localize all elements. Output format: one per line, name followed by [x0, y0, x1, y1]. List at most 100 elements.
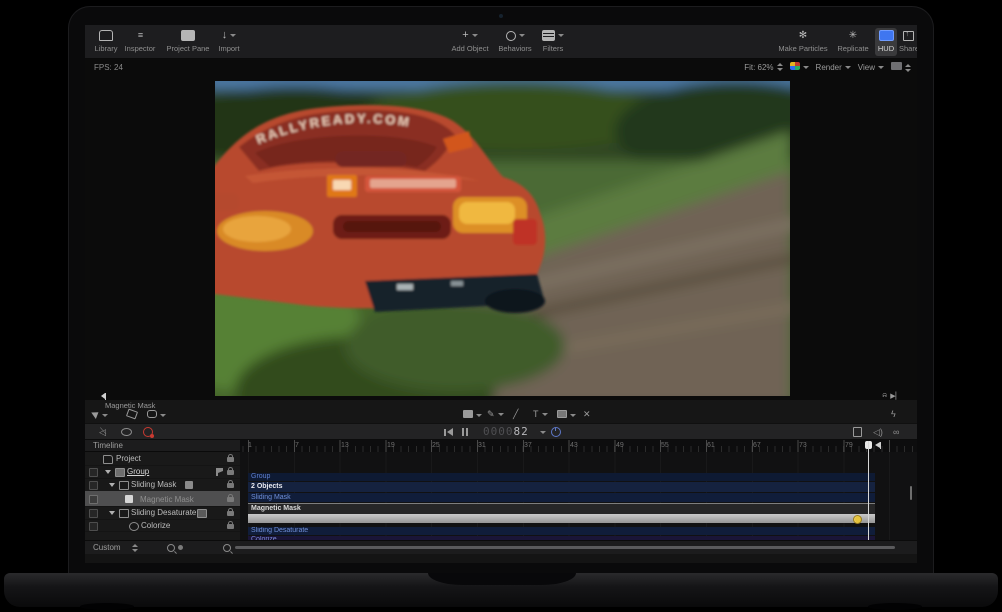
project-pane-button[interactable]: Project Pane: [165, 28, 211, 56]
zoom-out-icon[interactable]: [167, 544, 175, 552]
laptop-foot: [868, 603, 922, 610]
render-menu[interactable]: Render: [816, 63, 851, 72]
canvas-marker-icon[interactable]: ⍾: [882, 392, 887, 400]
channels-menu[interactable]: [790, 62, 809, 72]
track-bar-magnetic-mask[interactable]: Magnetic Mask: [248, 503, 875, 514]
layer-row-sliding-desaturate[interactable]: Sliding Desaturate: [85, 506, 240, 520]
mute-icon: ◁⟍: [99, 427, 106, 438]
layer-row-colorize[interactable]: Colorize: [85, 519, 240, 532]
timeline-horizontal-scrollbar[interactable]: [235, 546, 895, 549]
disclosure-triangle-icon[interactable]: [109, 511, 115, 515]
timecode-display[interactable]: 000082: [483, 426, 529, 436]
disclosure-triangle-icon[interactable]: [105, 470, 111, 474]
video-frame[interactable]: RALLYREADY.COM: [215, 81, 790, 396]
enable-checkbox[interactable]: [89, 509, 98, 518]
inspector-button[interactable]: ≡ Inspector: [122, 28, 158, 56]
chevron-down-icon: [845, 66, 851, 69]
canvas-end-icon[interactable]: ▶▏: [890, 392, 901, 400]
share-button[interactable]: ↑ Share: [899, 28, 917, 56]
record-button[interactable]: [143, 427, 153, 437]
import-button[interactable]: ↓ Import: [213, 28, 245, 56]
layout-control[interactable]: [891, 62, 911, 72]
enable-checkbox[interactable]: [89, 481, 98, 490]
layer-row-project[interactable]: Project: [85, 452, 240, 466]
filters-icon: [537, 28, 569, 43]
transform-tool[interactable]: [127, 410, 137, 420]
timeline-title: Timeline: [93, 441, 123, 450]
laptop-foot: [80, 603, 134, 610]
output-tool[interactable]: ϟ: [891, 410, 896, 419]
text-tool-icon: T: [533, 409, 539, 419]
stepper-icon[interactable]: [132, 544, 138, 552]
add-object-button[interactable]: + Add Object: [449, 28, 491, 56]
timeline-track-area[interactable]: Group 2 Objects Sliding Mask Magnetic Ma…: [240, 452, 917, 540]
filters-button[interactable]: Filters: [537, 28, 569, 56]
fps-indicator: FPS: 24: [94, 63, 123, 72]
keyframe-view-button[interactable]: [853, 427, 862, 437]
line-tool[interactable]: ╱: [513, 410, 518, 419]
chevron-down-icon: [230, 34, 236, 37]
lock-icon[interactable]: [227, 457, 234, 462]
lock-icon[interactable]: [227, 511, 234, 516]
timing-display-button[interactable]: [551, 427, 561, 437]
adjust-icon: ✕: [583, 409, 591, 419]
go-to-start-button[interactable]: [443, 427, 453, 437]
enable-checkbox[interactable]: [89, 522, 98, 531]
track-bar-sliding-mask[interactable]: Sliding Mask: [248, 493, 875, 502]
shape-tool[interactable]: [463, 410, 482, 420]
hud-button[interactable]: HUD: [875, 28, 897, 56]
layer-row-group[interactable]: Group: [85, 465, 240, 479]
zoom-slider-handle[interactable]: [178, 545, 183, 550]
lock-icon[interactable]: [227, 470, 234, 475]
chevron-down-icon: [519, 34, 525, 37]
disclosure-triangle-icon[interactable]: [109, 483, 115, 487]
lock-icon[interactable]: [227, 497, 234, 502]
layer-row-magnetic-mask[interactable]: Magnetic Mask: [85, 491, 240, 507]
track-bar-group[interactable]: Group: [248, 473, 875, 481]
select-tool[interactable]: [93, 410, 108, 420]
loop-playback-button[interactable]: ∞: [893, 427, 899, 437]
mask-duration-bar[interactable]: [248, 514, 875, 523]
chevron-down-icon: [570, 414, 576, 417]
lock-icon[interactable]: [227, 483, 234, 488]
playhead-line[interactable]: [868, 441, 869, 540]
zoom-in-icon[interactable]: [223, 544, 231, 552]
pen-icon: ✎: [487, 409, 495, 419]
enable-checkbox[interactable]: [89, 495, 98, 504]
ruler-label: 49: [616, 442, 624, 449]
mute-button[interactable]: ◁⟍: [99, 427, 106, 437]
track-bar-2-objects[interactable]: 2 Objects: [248, 482, 875, 492]
enable-checkbox[interactable]: [89, 468, 98, 477]
ruler-label: 79: [845, 442, 853, 449]
stepper-icon: [905, 64, 911, 72]
zoom-preset-select[interactable]: Custom: [93, 543, 121, 552]
replicate-button[interactable]: ✳ Replicate: [833, 28, 873, 56]
filter-icon: [129, 522, 139, 531]
pause-button[interactable]: [461, 427, 469, 437]
timeline-vertical-scrollbar[interactable]: [910, 486, 912, 500]
lock-icon[interactable]: [227, 524, 234, 529]
library-button[interactable]: Library: [91, 28, 121, 56]
fit-zoom-control[interactable]: Fit: 62%: [744, 63, 782, 72]
canvas-view-bar: Fit: 62% Render View: [744, 62, 911, 72]
chevron-down-icon: [476, 414, 482, 417]
pan-tool[interactable]: [147, 410, 166, 420]
loop-region-button[interactable]: [121, 427, 132, 437]
view-menu[interactable]: View: [858, 63, 884, 72]
layer-row-sliding-mask[interactable]: Sliding Mask: [85, 478, 240, 492]
audio-button[interactable]: ◁): [873, 427, 883, 437]
laptop-lid-notch: [428, 573, 576, 585]
adjust-tool[interactable]: ✕: [583, 410, 591, 419]
behaviors-button[interactable]: Behaviors: [495, 28, 535, 56]
timecode-menu[interactable]: [537, 427, 546, 437]
flag-icon[interactable]: [216, 468, 218, 476]
text-tool[interactable]: T: [533, 410, 548, 419]
make-particles-button[interactable]: ✻ Make Particles: [777, 28, 829, 56]
mask-tool[interactable]: [557, 410, 576, 420]
track-bar-sliding-desaturate[interactable]: Sliding Desaturate: [248, 527, 875, 535]
chevron-down-icon: [542, 413, 548, 416]
inspector-icon: ≡: [122, 28, 158, 43]
bezier-tool[interactable]: ✎: [487, 410, 504, 419]
keyframe-handle[interactable]: [853, 515, 862, 524]
canvas-area[interactable]: FPS: 24 Fit: 62% Render View: [85, 59, 917, 400]
